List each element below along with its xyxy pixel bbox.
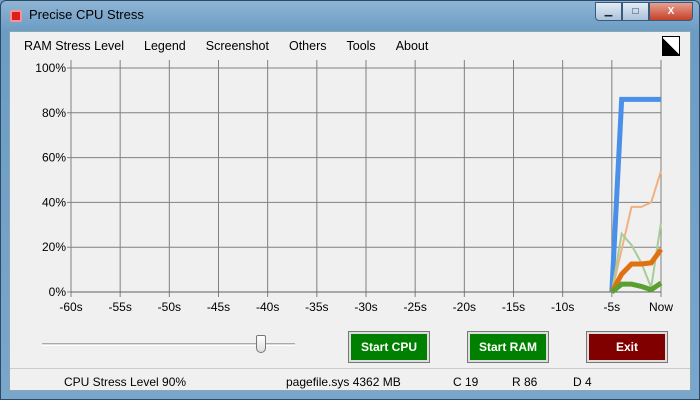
y-tick-label: 0% [49, 285, 67, 299]
x-tick-label: -35s [305, 300, 328, 314]
x-tick-label: -15s [502, 300, 525, 314]
x-tick-label: -55s [108, 300, 131, 314]
y-tick-label: 60% [42, 151, 66, 165]
status-c: C 19 [453, 375, 479, 389]
series-line-green-dark [610, 280, 663, 294]
close-button[interactable]: X [649, 2, 693, 21]
window-title: Precise CPU Stress [29, 7, 144, 22]
app-icon [10, 10, 22, 22]
x-tick-label: -20s [453, 300, 476, 314]
maximize-button[interactable]: □ [622, 2, 649, 21]
x-tick-label: -25s [403, 300, 426, 314]
slider-thumb[interactable] [255, 335, 266, 353]
y-tick-label: 40% [42, 195, 66, 209]
x-tick-label: -30s [354, 300, 377, 314]
y-tick-label: 20% [42, 240, 66, 254]
exit-button[interactable]: Exit [586, 331, 668, 363]
status-d: D 4 [573, 375, 592, 389]
x-tick-label: -50s [158, 300, 181, 314]
cpu-chart: -60s -55s -50s -45s -40s -35s -30s -25s -20s -15s… [35, 60, 673, 314]
minimize-button[interactable]: ▁ [595, 2, 622, 21]
x-tick-label: -40s [256, 300, 279, 314]
status-cpu-level: CPU Stress Level 90% [64, 375, 187, 389]
x-tick-label: Now [649, 300, 673, 314]
x-tick-label: -60s [59, 300, 82, 314]
status-pagefile: pagefile.sys 4362 MB [286, 375, 401, 389]
start-ram-button[interactable]: Start RAM [467, 331, 549, 363]
cpu-stress-slider[interactable] [42, 335, 295, 353]
start-cpu-button[interactable]: Start CPU [348, 331, 430, 363]
status-bar: CPU Stress Level 90% pagefile.sys 4362 M… [10, 368, 690, 392]
y-tick-label: 80% [42, 106, 66, 120]
x-tick-label: -45s [207, 300, 230, 314]
window-frame: Precise CPU Stress ▁ □ X RAM Stress Leve… [0, 0, 700, 400]
x-tick-label: -10s [551, 300, 574, 314]
y-tick-label: 100% [35, 61, 66, 75]
status-r: R 86 [512, 375, 538, 389]
client-area: RAM Stress Level Legend Screenshot Other… [9, 31, 691, 391]
x-tick-label: -5s [603, 300, 620, 314]
